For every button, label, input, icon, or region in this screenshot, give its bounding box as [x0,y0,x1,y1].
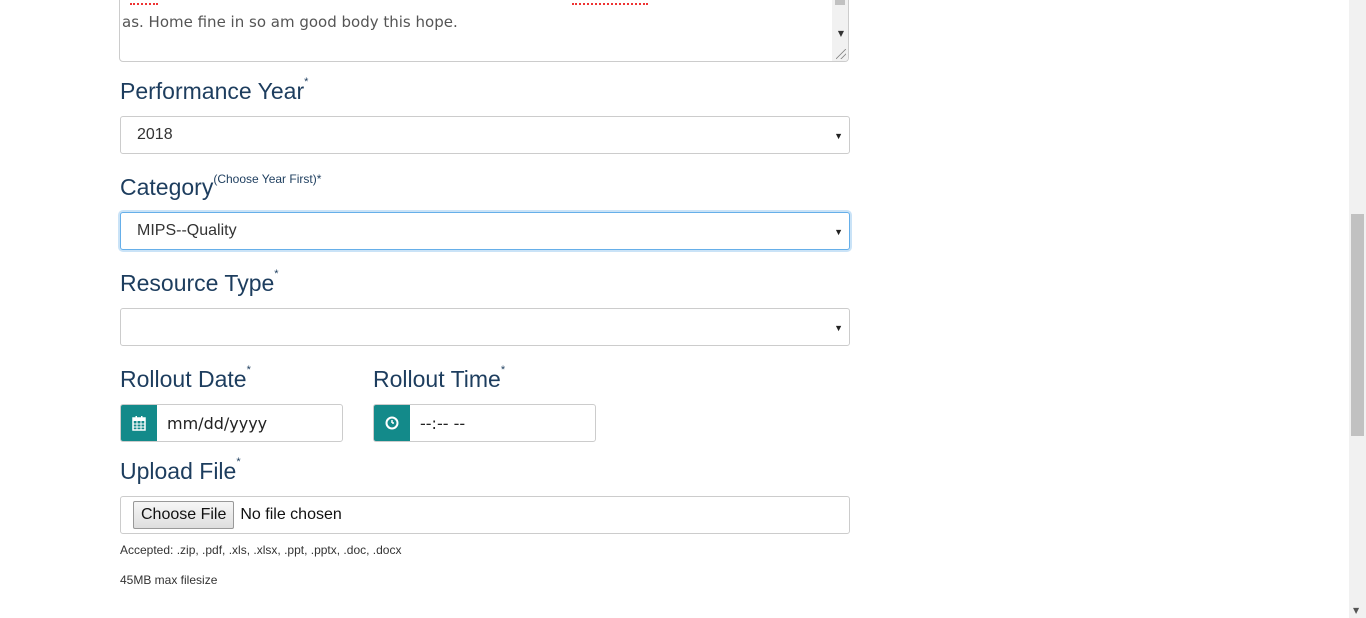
max-filesize: 45MB max filesize [120,573,218,587]
performance-year-label: Performance Year* [120,76,309,105]
category-value: MIPS--Quality [137,222,237,239]
rollout-date-label: Rollout Date* [120,364,251,393]
upload-file-input[interactable]: Choose File No file chosen [120,496,850,534]
required-marker: * [500,364,506,376]
accepted-formats: Accepted: .zip, .pdf, .xls, .xlsx, .ppt,… [120,543,402,557]
rollout-date-input[interactable]: mm/dd/yyyy [120,404,343,442]
performance-year-label-text: Performance Year [120,78,305,104]
page-scroll-thumb[interactable] [1351,214,1364,436]
rollout-date-label-text: Rollout Date [120,366,247,392]
category-select[interactable]: MIPS--Quality ▼ [120,212,850,250]
chevron-down-icon: ▼ [834,131,843,141]
resource-type-label: Resource Type* [120,268,279,297]
clock-icon[interactable] [374,405,410,441]
page-scrollbar[interactable]: ▼ [1349,0,1366,618]
required-marker: * [236,456,241,468]
textarea-scroll-thumb[interactable] [835,0,845,5]
chevron-down-icon: ▼ [834,227,843,237]
spellcheck-underline [572,3,648,5]
category-label: Category(Choose Year First)* [120,172,322,201]
upload-file-label: Upload File* [120,456,241,485]
rollout-time-value[interactable]: --:-- -- [410,405,595,441]
rollout-time-label: Rollout Time* [373,364,506,393]
chevron-down-icon: ▼ [834,323,843,333]
required-marker: * [274,268,279,280]
resize-grip-icon[interactable] [836,49,846,59]
rollout-time-input[interactable]: --:-- -- [373,404,596,442]
spellcheck-underline [130,3,158,5]
description-text: as. Home fine in so am good body this ho… [122,13,458,31]
rollout-time-label-text: Rollout Time [373,366,501,392]
required-marker: * [246,364,251,376]
upload-file-label-text: Upload File [120,458,237,484]
rollout-date-value[interactable]: mm/dd/yyyy [157,405,342,441]
category-hint: (Choose Year First)* [213,172,322,186]
choose-file-button[interactable]: Choose File [133,501,235,529]
category-label-text: Category [120,174,214,200]
required-marker: * [304,76,309,88]
description-textarea[interactable]: as. Home fine in so am good body this ho… [119,0,849,62]
performance-year-select[interactable]: 2018 ▼ [120,116,850,154]
calendar-icon[interactable] [121,405,157,441]
scroll-down-icon[interactable]: ▼ [838,29,844,38]
resource-type-label-text: Resource Type [120,270,275,296]
file-status: No file chosen [240,506,342,523]
performance-year-value: 2018 [137,126,173,143]
scroll-down-icon[interactable]: ▼ [1353,606,1359,615]
resource-type-select[interactable]: ▼ [120,308,850,346]
